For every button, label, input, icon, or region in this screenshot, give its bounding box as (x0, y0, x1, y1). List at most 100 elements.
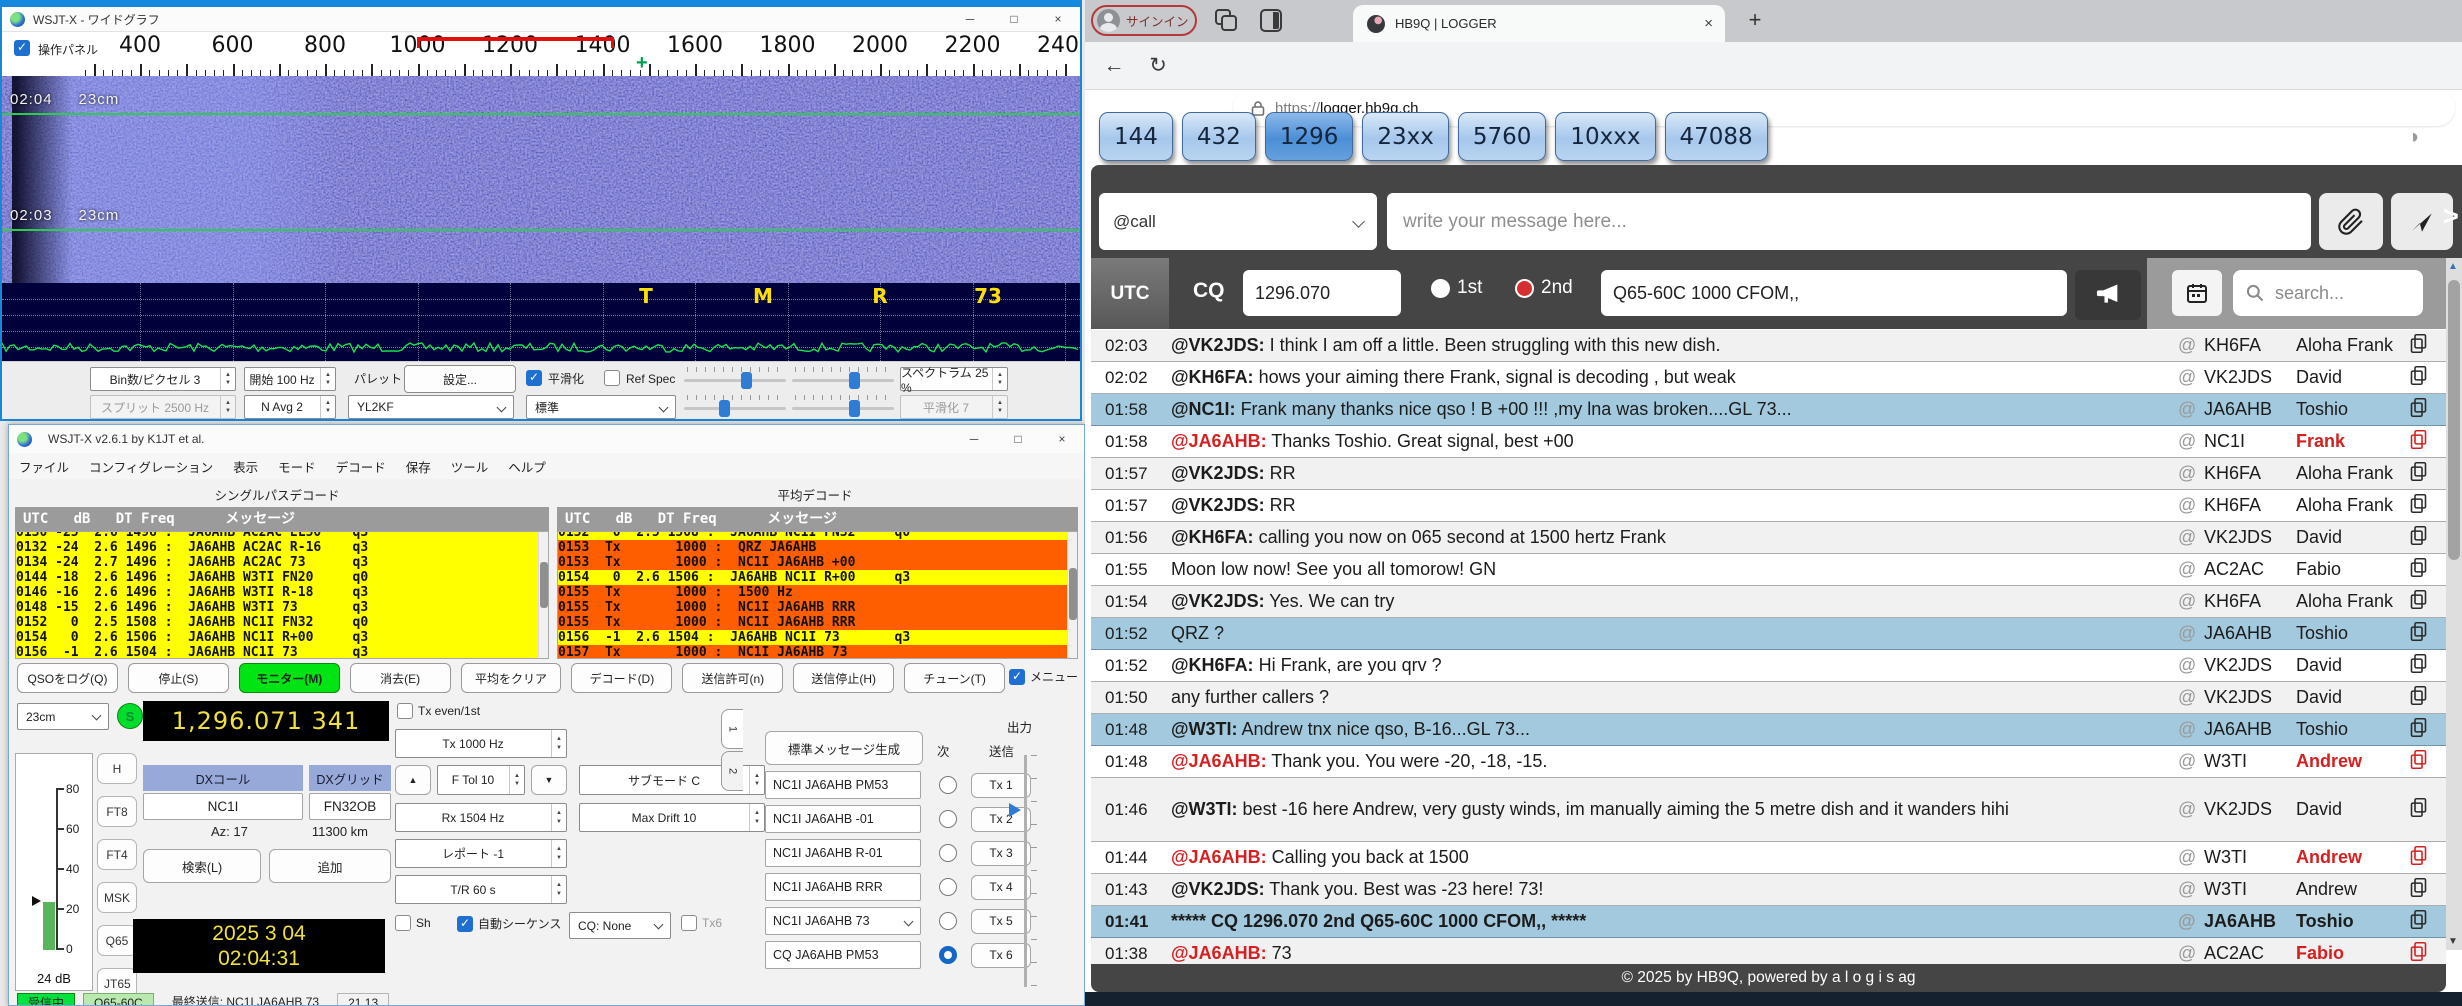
active-tab[interactable]: HB9Q | LOGGER × (1353, 5, 1725, 42)
menu-item[interactable]: コンフィグレーション (89, 457, 213, 476)
single-decode-panel[interactable]: 0130 -25 2.6 1496 : JA6AHB AC2AC EL50 q3… (15, 531, 549, 659)
menu-item[interactable]: モード (278, 457, 316, 476)
tr-period-spinner[interactable]: T/R 60 s ▲ ▼ (395, 875, 567, 904)
copy-icon[interactable] (2408, 396, 2446, 424)
profile-button[interactable]: サインイン (1091, 5, 1197, 36)
sidebar-icon[interactable] (1260, 9, 1282, 32)
scroll-down-icon[interactable]: ▼ (2448, 936, 2458, 947)
log-row[interactable]: 02:03 @VK2JDS: I think I am off a little… (1091, 330, 2446, 362)
freq-down-button[interactable]: ▼ (531, 765, 567, 795)
action-button[interactable]: デコード(D) (571, 663, 673, 693)
page-scrollbar[interactable]: ▲ ▼ (2446, 258, 2462, 950)
decode-row[interactable]: 0157 Tx 1000 : NC1I JA6AHB 73 (558, 645, 1077, 658)
decode-row[interactable]: 0130 -25 2.6 1496 : JA6AHB AC2AC EL50 q3 (16, 532, 548, 540)
ftol-spinner[interactable]: F Tol 10 ▲ ▼ (437, 765, 525, 795)
log-row[interactable]: 01:57 @VK2JDS: RR @ KH6FA Aloha Frank (1091, 490, 2446, 522)
log-row[interactable]: 01:56 @KH6FA: calling you now on 065 sec… (1091, 522, 2446, 554)
action-button[interactable]: モニター(M) (238, 663, 340, 693)
copy-icon[interactable] (2408, 460, 2446, 488)
band-button[interactable]: 432 (1181, 112, 1256, 161)
action-button[interactable]: QSOをログ(Q) (17, 663, 118, 693)
send-tx-button[interactable]: Tx 3 (971, 840, 1031, 866)
scroll-thumb[interactable] (2448, 280, 2460, 560)
log-row[interactable]: 01:43 @VK2JDS: Thank you. Best was -23 h… (1091, 874, 2446, 906)
close-icon[interactable]: × (1040, 427, 1084, 451)
max-drift-spinner[interactable]: Max Drift 10 ▲ ▼ (579, 803, 765, 832)
call-select[interactable]: @call (1099, 193, 1377, 250)
next-radio[interactable] (939, 912, 957, 930)
close-icon[interactable]: × (1036, 7, 1080, 31)
decode-row[interactable]: 0155 Tx 1000 : 1500 Hz (558, 585, 1077, 600)
send-tx-button[interactable]: Tx 6 (971, 942, 1031, 968)
log-row[interactable]: 01:44 @JA6AHB: Calling you back at 1500 … (1091, 842, 2446, 874)
log-row[interactable]: 01:55 Moon low now! See you all tomorow!… (1091, 554, 2446, 586)
send-tx-button[interactable]: Tx 2 (971, 806, 1031, 832)
log-row[interactable]: 01:58 @JA6AHB: Thanks Toshio. Great sign… (1091, 426, 2446, 458)
tx-freq-spinner[interactable]: Tx 1000 Hz ▲ ▼ (395, 729, 567, 758)
control-panel-checkbox[interactable] (14, 40, 30, 56)
tx-message-field[interactable]: NC1I JA6AHB PM53 (765, 771, 921, 799)
copy-icon[interactable] (2408, 428, 2446, 456)
frequency-scale[interactable]: 操作パネル 4006008001000120014001600180020002… (2, 32, 1080, 76)
tx6-checkbox[interactable] (681, 915, 697, 931)
average-decode-panel[interactable]: 0152 0 2.5 1508 : JA6AHB NC1I FN32 q0 015… (557, 531, 1078, 659)
tab-close-icon[interactable]: × (1704, 15, 1713, 32)
decode-row[interactable]: 0152 0 2.5 1508 : JA6AHB NC1I FN32 q0 (16, 615, 548, 630)
search-box[interactable] (2233, 270, 2423, 316)
decode-row[interactable]: 0156 -1 2.6 1504 : JA6AHB NC1I 73 q3 (558, 630, 1077, 645)
decode-row[interactable]: 0155 Tx 1000 : NC1I JA6AHB RRR (558, 615, 1077, 630)
menu-item[interactable]: ツール (451, 457, 489, 476)
log-row[interactable]: 01:48 @JA6AHB: Thank you. You were -20, … (1091, 746, 2446, 778)
next-radio[interactable] (939, 810, 957, 828)
freq-up-button[interactable]: ▲ (395, 765, 431, 795)
action-button[interactable]: 停止(S) (127, 663, 229, 693)
tab-2[interactable]: 2 (721, 751, 743, 791)
announce-button[interactable] (2075, 270, 2141, 320)
back-icon[interactable]: ← (1099, 51, 1129, 81)
decode-scrollbar[interactable] (538, 532, 548, 658)
tx-message-field[interactable]: NC1I JA6AHB -01 (765, 805, 921, 833)
mode-button[interactable]: Q65 (97, 925, 137, 956)
new-tab-button[interactable]: + (1740, 6, 1770, 36)
reload-icon[interactable]: ↻ (1143, 51, 1173, 81)
send-tx-button[interactable]: Tx 5 (971, 908, 1031, 934)
decode-row[interactable]: 0153 Tx 1000 : NC1I JA6AHB +00 (558, 555, 1077, 570)
workspaces-icon[interactable] (1215, 9, 1239, 33)
waterfall[interactable]: 02:04 23cm 02:03 23cm (2, 76, 1080, 283)
log-row[interactable]: 01:54 @VK2JDS: Yes. We can try @ KH6FA A… (1091, 586, 2446, 618)
scroll-up-icon[interactable]: ▲ (2448, 261, 2458, 272)
tx-even-checkbox[interactable] (397, 703, 413, 719)
add-button[interactable]: 追加 (269, 849, 391, 883)
second-radio[interactable]: 2nd (1515, 277, 1573, 299)
copy-icon[interactable] (2408, 332, 2446, 360)
band-button[interactable]: 5760 (1457, 112, 1547, 161)
flatten-checkbox[interactable] (526, 370, 542, 386)
cq-combo[interactable]: CQ: None (569, 912, 671, 939)
chat-message-input[interactable] (1387, 193, 2311, 250)
decode-row[interactable]: 0146 -16 2.6 1496 : JA6AHB W3TI R-18 q3 (16, 585, 548, 600)
gain2-slider[interactable] (684, 394, 786, 418)
band-button[interactable]: 144 (1099, 112, 1173, 161)
cq-message-input[interactable] (1601, 270, 2067, 316)
copy-icon[interactable] (2408, 876, 2446, 904)
generate-messages-button[interactable]: 標準メッセージ生成 (765, 731, 923, 765)
ref-spec-checkbox[interactable] (604, 370, 620, 386)
output-slider[interactable] (1024, 755, 1027, 987)
menu-item[interactable]: デコード (336, 457, 386, 476)
cq-frequency-input[interactable] (1243, 270, 1401, 316)
action-button[interactable]: 消去(E) (349, 663, 451, 693)
first-radio[interactable]: 1st (1431, 277, 1482, 299)
decode-row[interactable]: 0134 -24 2.7 1496 : JA6AHB AC2AC 73 q3 (16, 555, 548, 570)
calendar-button[interactable] (2172, 270, 2222, 316)
palette-settings-button[interactable]: 設定... (404, 365, 516, 393)
tx-message-field[interactable]: NC1I JA6AHB R-01 (765, 839, 921, 867)
output-slider-handle[interactable] (1009, 803, 1021, 817)
copy-icon[interactable] (2408, 556, 2446, 584)
dx-call-field[interactable]: NC1I (143, 793, 303, 820)
palette-mode-combo[interactable]: 標準 (526, 395, 676, 419)
copy-icon[interactable] (2408, 748, 2446, 776)
log-row[interactable]: 02:02 @KH6FA: hows your aiming there Fra… (1091, 362, 2446, 394)
next-radio[interactable] (939, 878, 957, 896)
action-button[interactable]: チューン(T) (904, 663, 1006, 693)
autoseq-checkbox[interactable] (457, 915, 473, 932)
